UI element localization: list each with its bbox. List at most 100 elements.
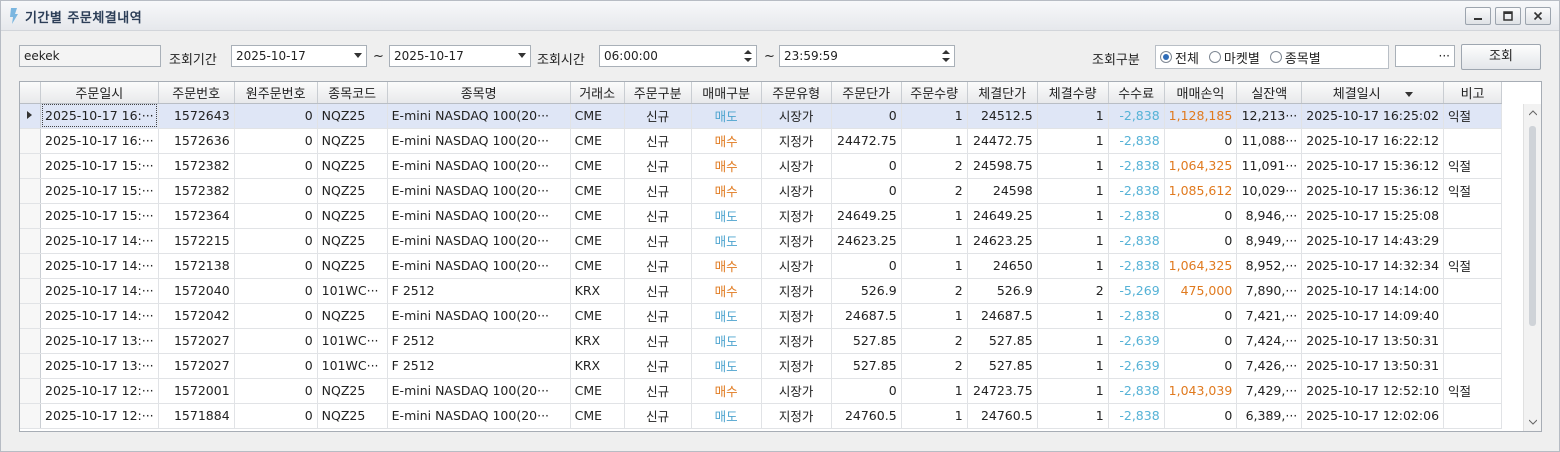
- table-cell: 24760.5: [831, 403, 902, 429]
- table-row[interactable]: 2025-10-17 13:··· 1572027 0 101WC··· F 2512 K…: [20, 328, 1503, 354]
- column-header[interactable]: 주문수량: [901, 82, 968, 104]
- column-header[interactable]: 체결단가: [967, 82, 1038, 104]
- table-row[interactable]: 2025-10-17 16:··· 1572643 0 NQZ25 E-mini NAS…: [20, 103, 1503, 129]
- table-cell: 2025-10-17 14:···: [40, 303, 159, 329]
- table-cell: 2: [901, 328, 968, 354]
- column-header[interactable]: 주문단가: [831, 82, 902, 104]
- time-from-value: 06:00:00: [604, 49, 658, 63]
- column-header[interactable]: 주문유형: [761, 82, 832, 104]
- column-header[interactable]: 주문일시: [40, 82, 159, 104]
- column-header[interactable]: 거래소: [570, 82, 625, 104]
- row-header[interactable]: [20, 228, 41, 254]
- column-header-label: 체결단가: [978, 86, 1027, 102]
- table-cell: 11,091···: [1236, 153, 1303, 179]
- table-cell: 101WC···: [317, 278, 388, 304]
- row-header[interactable]: [20, 278, 41, 304]
- table-cell: 2: [901, 153, 968, 179]
- row-header[interactable]: [20, 303, 41, 329]
- table-cell: -5,269: [1108, 278, 1165, 304]
- table-cell: 1572382: [158, 153, 235, 179]
- minimize-icon: [1474, 18, 1482, 20]
- column-header[interactable]: 종목명: [387, 82, 571, 104]
- table-row[interactable]: 2025-10-17 12:··· 1571884 0 NQZ25 E-mini NAS…: [20, 403, 1503, 429]
- table-cell: 0: [234, 153, 318, 179]
- table-cell: 2: [901, 278, 968, 304]
- table-row[interactable]: 2025-10-17 15:··· 1572364 0 NQZ25 E-mini NAS…: [20, 203, 1503, 229]
- radio-item[interactable]: 종목별: [1269, 48, 1321, 67]
- spinner-arrows-icon: [744, 50, 752, 62]
- row-header[interactable]: [20, 378, 41, 404]
- table-row[interactable]: 2025-10-17 15:··· 1572382 0 NQZ25 E-mini NAS…: [20, 153, 1503, 179]
- table-cell: 지정가: [761, 203, 832, 229]
- table-cell: 2025-10-17 14:43:29: [1301, 228, 1445, 254]
- column-header[interactable]: 주문구분: [624, 82, 692, 104]
- column-header[interactable]: 종목코드: [317, 82, 388, 104]
- maximize-button[interactable]: [1495, 7, 1521, 25]
- table-row[interactable]: 2025-10-17 14:··· 1572138 0 NQZ25 E-mini NAS…: [20, 253, 1503, 279]
- chevron-down-icon: [518, 53, 526, 58]
- table-row[interactable]: 2025-10-17 13:··· 1572027 0 101WC··· F 2512 K…: [20, 353, 1503, 379]
- row-header[interactable]: [20, 353, 41, 379]
- table-cell: CME: [570, 228, 625, 254]
- column-header[interactable]: 체결일시: [1301, 82, 1445, 104]
- row-header[interactable]: [20, 103, 41, 129]
- row-header[interactable]: [20, 128, 41, 154]
- time-from-spinner[interactable]: 06:00:00: [599, 45, 757, 67]
- table-cell: 1: [1037, 303, 1109, 329]
- column-header-label: 거래소: [579, 86, 616, 102]
- title-bar[interactable]: 기간별 주문체결내역: [1, 1, 1559, 31]
- table-cell: 2025-10-17 14:32:34: [1301, 253, 1445, 279]
- scrollbar-thumb[interactable]: [1529, 126, 1536, 326]
- table-cell: 1: [1037, 203, 1109, 229]
- row-header[interactable]: [20, 153, 41, 179]
- table-cell: 신규: [624, 203, 692, 229]
- table-row[interactable]: 2025-10-17 12:··· 1572001 0 NQZ25 E-mini NAS…: [20, 378, 1503, 404]
- item-picker[interactable]: ···: [1395, 45, 1455, 67]
- radio-market[interactable]: 마켓별: [1208, 48, 1260, 67]
- column-header[interactable]: 원주문번호: [234, 82, 318, 104]
- radio-item-label: 종목별: [1284, 51, 1321, 67]
- column-header[interactable]: 매매손익: [1164, 82, 1238, 104]
- table-cell: 매도: [691, 403, 762, 429]
- row-header[interactable]: [20, 253, 41, 279]
- account-field[interactable]: eekek: [19, 45, 161, 67]
- column-header-label: 주문번호: [172, 86, 221, 102]
- search-button[interactable]: 조회: [1461, 44, 1541, 70]
- date-to-select[interactable]: 2025-10-17: [389, 45, 531, 67]
- minimize-button[interactable]: [1465, 7, 1491, 25]
- column-header[interactable]: 비고: [1443, 82, 1503, 104]
- table-row[interactable]: 2025-10-17 16:··· 1572636 0 NQZ25 E-mini NAS…: [20, 128, 1503, 154]
- table-cell: CME: [570, 378, 625, 404]
- vertical-scrollbar[interactable]: [1523, 104, 1541, 431]
- table-cell: 527.85: [831, 328, 902, 354]
- radio-market-label: 마켓별: [1223, 51, 1260, 67]
- table-row[interactable]: 2025-10-17 14:··· 1572042 0 NQZ25 E-mini NAS…: [20, 303, 1503, 329]
- tilde-separator: ~: [764, 49, 775, 64]
- close-button[interactable]: [1525, 7, 1551, 25]
- column-header[interactable]: 매매구분: [691, 82, 762, 104]
- table-cell: NQZ25: [317, 228, 388, 254]
- table-cell: 101WC···: [317, 353, 388, 379]
- table-cell: NQZ25: [317, 403, 388, 429]
- table-cell: 1: [1037, 178, 1109, 204]
- time-to-spinner[interactable]: 23:59:59: [779, 45, 955, 67]
- table-cell: 신규: [624, 228, 692, 254]
- column-header[interactable]: 수수료: [1108, 82, 1165, 104]
- radio-all[interactable]: 전체: [1160, 48, 1199, 67]
- row-header[interactable]: [20, 203, 41, 229]
- table-row[interactable]: 2025-10-17 14:··· 1572215 0 NQZ25 E-mini NAS…: [20, 228, 1503, 254]
- table-cell: 8,946,···: [1236, 203, 1303, 229]
- table-row[interactable]: 2025-10-17 14:··· 1572040 0 101WC··· F 2512 K…: [20, 278, 1503, 304]
- table-cell: E-mini NASDAQ 100(20···: [387, 403, 571, 429]
- column-header-label: 주문단가: [842, 86, 891, 102]
- column-header[interactable]: 체결수량: [1037, 82, 1109, 104]
- order-execution-grid[interactable]: 주문일시 주문번호 원주문번호 종목코드 종목명 거래소 주문구분 매매구분 주문유형 주문단가 주…: [19, 81, 1542, 432]
- column-header[interactable]: 실잔액: [1236, 82, 1303, 104]
- table-row[interactable]: 2025-10-17 15:··· 1572382 0 NQZ25 E-mini NAS…: [20, 178, 1503, 204]
- row-header[interactable]: [20, 178, 41, 204]
- column-header[interactable]: 주문번호: [158, 82, 235, 104]
- row-header[interactable]: [20, 328, 41, 354]
- row-header[interactable]: [20, 403, 41, 429]
- table-cell: 신규: [624, 253, 692, 279]
- date-from-select[interactable]: 2025-10-17: [231, 45, 367, 67]
